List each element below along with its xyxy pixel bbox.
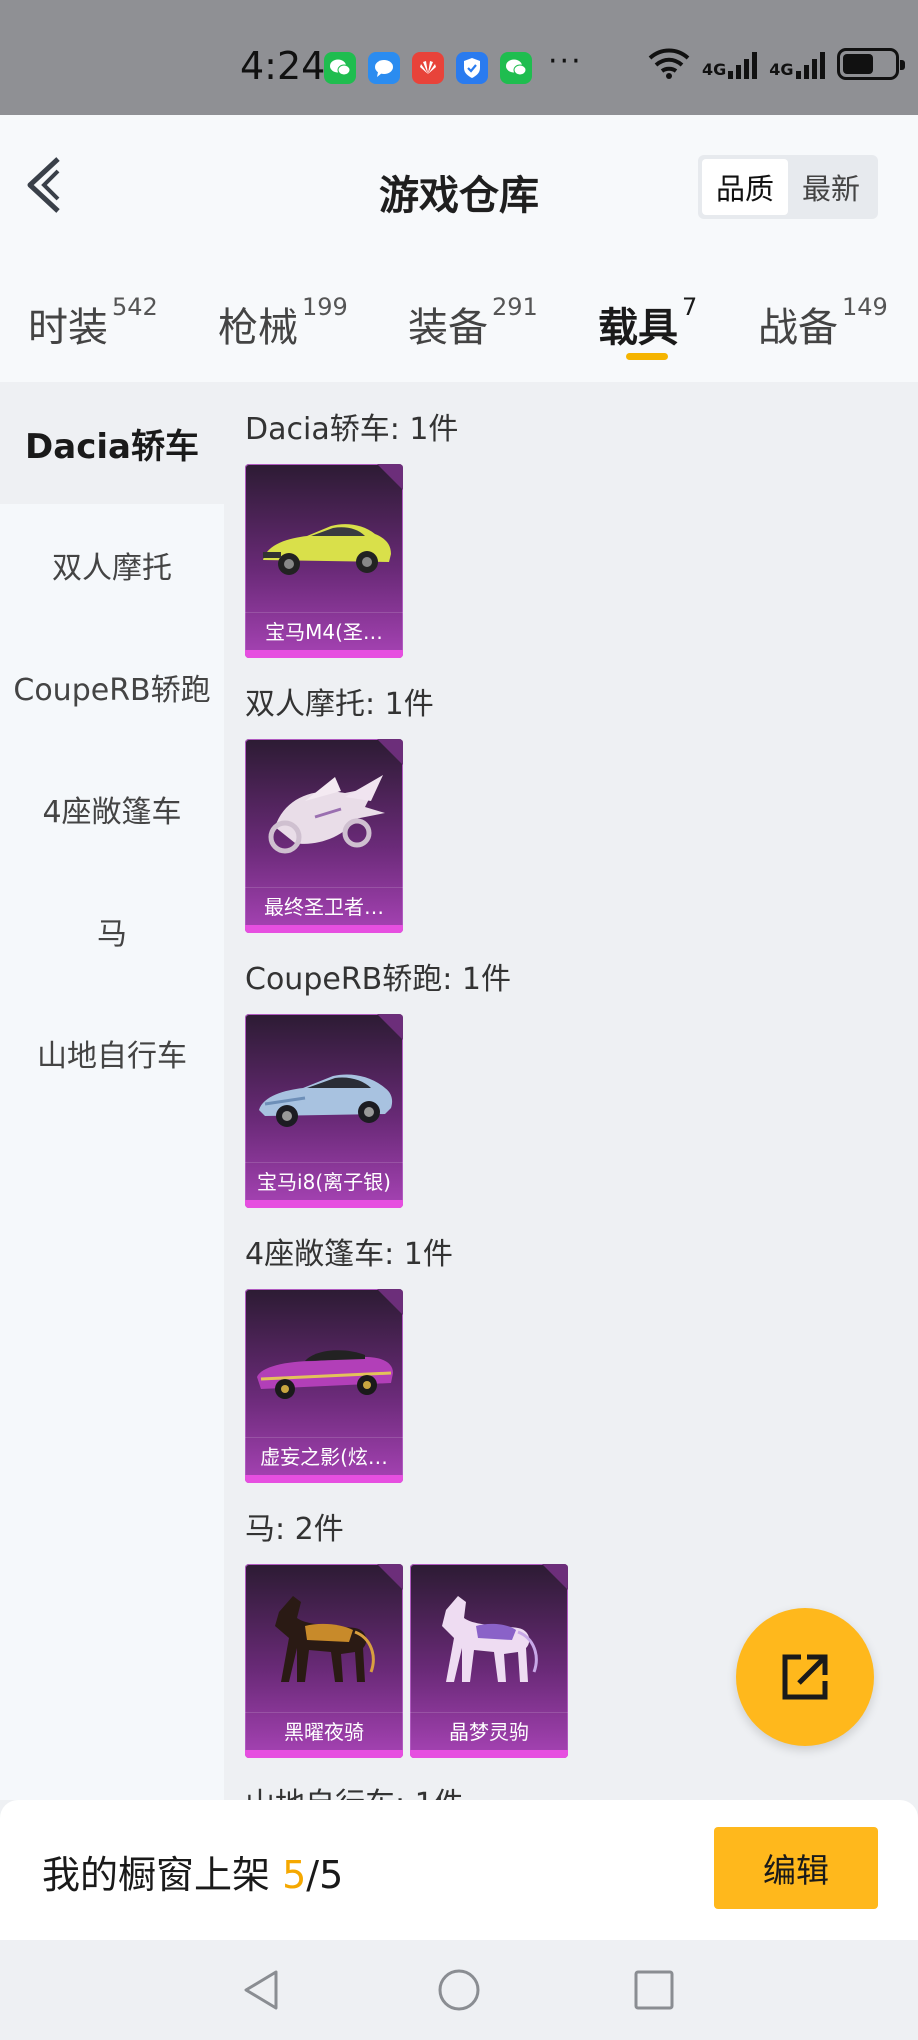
vehicle-list: Dacia轿车: 1件 宝马M4(圣… 双人摩托: 1件 最终圣卫者… Coup… (224, 382, 918, 1800)
nav-back-icon[interactable] (240, 1968, 284, 2012)
huawei-icon (412, 52, 444, 84)
tab-vehicles[interactable]: 载具 7 (598, 293, 697, 353)
vehicle-name: 宝马M4(圣… (245, 612, 403, 650)
group-title: Dacia轿车: 1件 (245, 412, 459, 447)
tab-guns[interactable]: 枪械 199 (218, 293, 348, 353)
sidebar-item-coupe[interactable]: CoupeRB轿跑 (0, 626, 224, 748)
wifi-icon (648, 48, 690, 79)
vehicle-name: 黑曜夜骑 (245, 1712, 403, 1750)
tab-equipment[interactable]: 装备 291 (408, 293, 538, 353)
vehicle-card[interactable]: 晶梦灵驹 (410, 1564, 568, 1758)
tab-fashion[interactable]: 时装 542 (28, 293, 158, 353)
group-title: 山地自行车: 1件 (245, 1779, 464, 1800)
wechat-icon (324, 52, 356, 84)
sort-newest-button[interactable]: 最新 (788, 159, 874, 215)
vehicle-name: 最终圣卫者… (245, 887, 403, 925)
vehicle-card[interactable]: 宝马i8(离子银) (245, 1014, 403, 1208)
vehicle-card[interactable]: 最终圣卫者… (245, 739, 403, 933)
notification-icons (324, 52, 532, 84)
showcase-status: 我的橱窗上架 5/5 (42, 1853, 344, 1897)
vehicle-name: 晶梦灵驹 (410, 1712, 568, 1750)
security-shield-icon (456, 52, 488, 84)
sidebar-item-convertible[interactable]: 4座敞篷车 (0, 748, 224, 870)
vehicle-name: 虚妄之影(炫… (245, 1437, 403, 1475)
signal-4g-1-icon: 4G (702, 49, 758, 79)
share-button[interactable] (736, 1608, 874, 1746)
active-tab-indicator (626, 353, 668, 360)
group-title: 4座敞篷车: 1件 (245, 1237, 453, 1272)
sidebar-item-dacia[interactable]: Dacia轿车 (0, 382, 224, 504)
crystal-horse-image (442, 1596, 538, 1682)
group-title: CoupeRB轿跑: 1件 (245, 962, 511, 997)
more-notifications-icon: ··· (548, 44, 583, 79)
share-icon (782, 1654, 828, 1700)
vehicle-card[interactable]: 虚妄之影(炫… (245, 1289, 403, 1483)
sidebar-item-horse[interactable]: 马 (0, 870, 224, 992)
nav-home-icon[interactable] (437, 1968, 481, 2012)
sort-toggle: 品质 最新 (698, 155, 878, 219)
group-title: 双人摩托: 1件 (245, 687, 434, 722)
yellow-car-image (263, 524, 391, 575)
battery-icon (836, 48, 905, 80)
vehicle-card[interactable]: 黑曜夜骑 (245, 1564, 403, 1758)
message-icon (368, 52, 400, 84)
category-tabs: 时装 542 枪械 199 装备 291 载具 7 战备 149 (0, 265, 918, 382)
wechat-icon (500, 52, 532, 84)
vehicle-type-sidebar: Dacia轿车 双人摩托 CoupeRB轿跑 4座敞篷车 马 山地自行车 (0, 382, 224, 1800)
showcase-panel: 我的橱窗上架 5/5 编辑 (0, 1800, 918, 1940)
sort-quality-button[interactable]: 品质 (702, 159, 788, 215)
system-indicators: 4G 4G (648, 48, 905, 80)
convertible-car-image (257, 1350, 393, 1399)
status-bar: 4:24 ··· 4G 4G (0, 0, 918, 115)
edit-button[interactable]: 编辑 (714, 1827, 878, 1909)
system-nav-bar (0, 1940, 918, 2040)
silver-sports-car-image (259, 1074, 393, 1127)
vehicle-card[interactable]: 宝马M4(圣… (245, 464, 403, 658)
dark-horse-image (275, 1596, 375, 1682)
status-time: 4:24 (240, 44, 326, 88)
signal-4g-2-icon: 4G (769, 49, 825, 79)
header: 游戏仓库 品质 最新 (0, 115, 918, 265)
sidebar-item-motorcycle[interactable]: 双人摩托 (0, 504, 224, 626)
vehicle-name: 宝马i8(离子银) (245, 1162, 403, 1200)
group-title: 马: 2件 (245, 1512, 344, 1547)
nav-recents-icon[interactable] (632, 1968, 676, 2012)
sidebar-item-mountain-bike[interactable]: 山地自行车 (0, 992, 224, 1114)
tab-supplies[interactable]: 战备 149 (758, 293, 888, 353)
motorcycle-image (268, 775, 385, 854)
